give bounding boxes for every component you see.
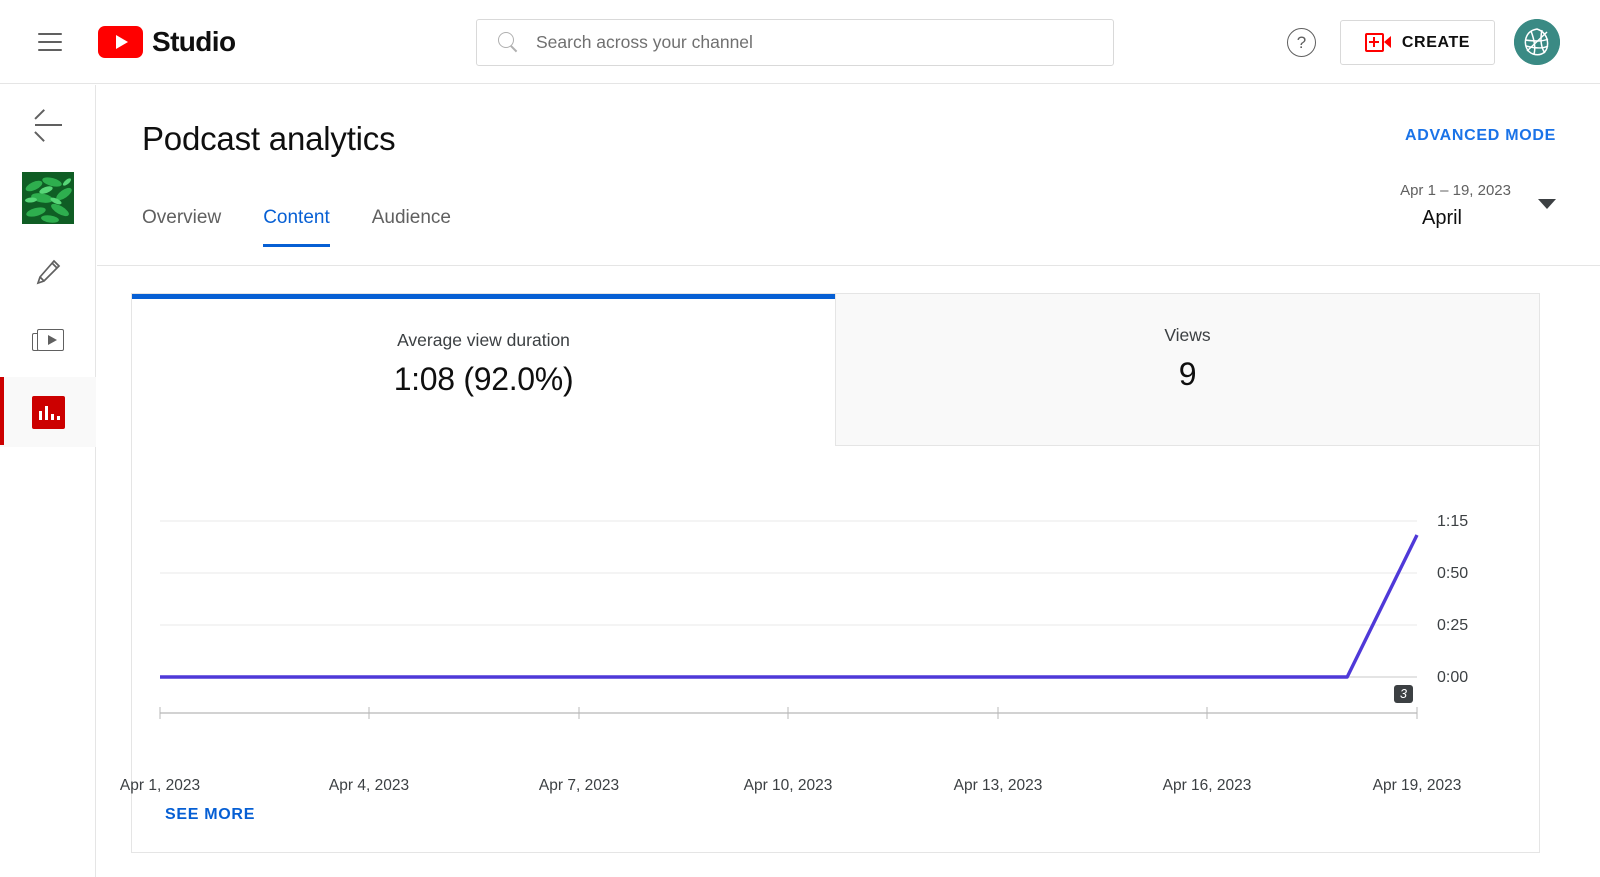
pencil-glyph [33,257,63,287]
bar-4 [57,416,61,420]
line-chart[interactable]: 1:15 0:50 0:25 0:00 3 Apr 1, 2023 Apr 4,… [132,451,1541,791]
metric-tabs-row: Average view duration 1:08 (92.0%) Views… [132,294,1539,446]
data-point-count-badge: 3 [1394,685,1413,703]
main-content-area: Podcast analytics ADVANCED MODE Apr 1 – … [97,85,1600,877]
left-nav-rail [0,85,96,877]
chevron-down-icon[interactable] [1538,199,1556,209]
studio-brand-logo[interactable]: Studio [98,26,236,58]
sidebar-item-back[interactable] [0,91,96,159]
analytics-tabs: Overview Content Audience [142,207,472,247]
video-plus-icon [1365,33,1391,52]
y-axis-label-2: 0:50 [1437,565,1468,583]
sidebar-item-analytics[interactable] [0,377,96,447]
advanced-mode-link[interactable]: ADVANCED MODE [1405,127,1556,145]
sidebar-item-channel[interactable] [0,159,96,237]
bar-1 [39,411,43,420]
search-icon [498,32,520,54]
hamburger-line [38,49,62,51]
metric-tab-average-view-duration[interactable]: Average view duration 1:08 (92.0%) [132,294,835,446]
chart-series-line [160,535,1417,677]
analytics-bars-icon [32,396,65,429]
search-handle [510,45,517,52]
arrow-shaft [35,124,62,126]
video-library-icon [32,329,64,355]
play-triangle [116,35,128,49]
search-input[interactable] [536,32,1113,53]
camera-lens [1384,36,1391,48]
top-header-bar: Studio ? CREATE [0,0,1600,84]
y-axis-label-4: 0:00 [1437,669,1468,687]
see-more-link[interactable]: SEE MORE [165,806,255,824]
tabs-divider [97,265,1600,266]
channel-thumbnail [22,172,74,224]
metric-tab-views[interactable]: Views 9 [835,294,1539,446]
metric-label: Views [1164,325,1210,346]
x-axis-label-2: Apr 4, 2023 [329,777,409,795]
help-icon[interactable]: ? [1287,28,1316,57]
pencil-icon [33,257,63,287]
page-title: Podcast analytics [142,120,395,158]
analytics-card: Average view duration 1:08 (92.0%) Views… [131,293,1540,853]
create-button-label: CREATE [1402,34,1470,52]
metric-value: 9 [1179,356,1197,393]
x-axis-label-6: Apr 16, 2023 [1163,777,1252,795]
hamburger-line [38,41,62,43]
y-axis-label-1: 1:15 [1437,513,1468,531]
plus-horizontal [1369,41,1379,43]
channel-avatar[interactable] [1514,19,1560,65]
hamburger-menu-icon[interactable] [30,22,70,62]
back-arrow-icon [33,113,63,137]
chart-gridlines [160,521,1417,625]
arrow-head-bottom [34,131,44,141]
x-axis-label-4: Apr 10, 2023 [744,777,833,795]
x-axis-label-3: Apr 7, 2023 [539,777,619,795]
bar-2 [45,406,49,420]
date-range-value: Apr 1 – 19, 2023 [1400,182,1511,199]
brand-label: Studio [152,26,236,58]
search-bar[interactable] [476,19,1114,66]
date-range-preset: April [1422,207,1462,230]
metric-label: Average view duration [397,330,570,351]
y-axis-label-3: 0:25 [1437,617,1468,635]
tab-content[interactable]: Content [242,207,351,247]
youtube-logo-icon [98,26,143,58]
x-axis-label-7: Apr 19, 2023 [1373,777,1462,795]
tab-audience[interactable]: Audience [351,207,472,247]
video-play-triangle [48,335,57,345]
hamburger-line [38,33,62,35]
tab-overview[interactable]: Overview [142,207,242,247]
create-button[interactable]: CREATE [1340,20,1495,65]
sidebar-item-customization[interactable] [0,237,96,307]
plant-thumbnail-image [22,172,74,224]
x-axis-label-1: Apr 1, 2023 [120,777,200,795]
bar-3 [51,414,55,420]
x-axis-label-5: Apr 13, 2023 [954,777,1043,795]
chart-svg [132,451,1541,781]
avatar-leaf-icon [1514,19,1560,65]
metric-value: 1:08 (92.0%) [394,361,574,398]
arrow-head-top [34,109,44,119]
sidebar-item-content[interactable] [0,307,96,377]
